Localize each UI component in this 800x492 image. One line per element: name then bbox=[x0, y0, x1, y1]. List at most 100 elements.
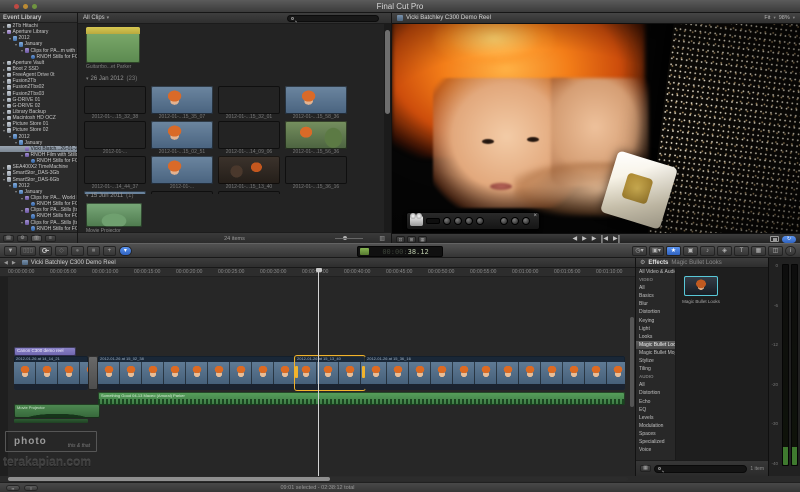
clip-thumbnail[interactable]: 2012-01-...15_56_36 bbox=[285, 121, 347, 155]
inspector-button[interactable]: i bbox=[785, 246, 796, 256]
effects-category[interactable]: All bbox=[636, 284, 675, 292]
effects-search-input[interactable] bbox=[654, 465, 747, 473]
disclosure-triangle-icon[interactable]: ▾ bbox=[14, 189, 18, 194]
browser-scrollbar[interactable] bbox=[384, 24, 391, 232]
clip-image[interactable] bbox=[84, 156, 146, 184]
disclosure-triangle-icon[interactable]: ▸ bbox=[2, 171, 6, 176]
effects-category[interactable]: Magic Bullet Mojo bbox=[636, 349, 675, 357]
clip-thumbnail[interactable]: 2012-01-... bbox=[84, 121, 146, 155]
camera-hud-overlay[interactable]: × bbox=[406, 212, 540, 230]
clip-image[interactable] bbox=[84, 86, 146, 114]
clip-image[interactable] bbox=[151, 121, 213, 149]
disclosure-triangle-icon[interactable]: ▾ bbox=[86, 193, 89, 199]
play-button[interactable]: ▶ bbox=[592, 235, 597, 243]
clip-image[interactable] bbox=[285, 156, 347, 184]
disclosure-triangle-icon[interactable]: ▾ bbox=[20, 220, 24, 225]
filter-icon[interactable]: ▦ bbox=[640, 465, 651, 472]
clip-thumbnail[interactable]: 2012-01-... bbox=[218, 191, 280, 194]
photos-browser-button[interactable]: ▣ bbox=[683, 246, 698, 256]
hud-button[interactable] bbox=[522, 217, 530, 225]
featured-clip[interactable]: Guitarrbo...et Parker bbox=[86, 27, 140, 70]
disclosure-triangle-icon[interactable]: ▸ bbox=[2, 24, 6, 29]
next-edit-button[interactable]: ▶ bbox=[613, 235, 620, 243]
disclosure-triangle-icon[interactable]: ▸ bbox=[2, 67, 6, 72]
filmstrip-view-button[interactable]: ▥ bbox=[31, 235, 42, 242]
clip-thumbnail[interactable]: 2012-01-...14_09_06 bbox=[218, 121, 280, 155]
disclosure-triangle-icon[interactable]: ▾ bbox=[8, 183, 12, 188]
clip-thumbnail[interactable]: 2012-01-...14_57_45 bbox=[151, 191, 213, 194]
effects-category[interactable]: Voice bbox=[636, 446, 675, 454]
clip-image[interactable] bbox=[218, 191, 280, 194]
clapper-icon[interactable]: ▤ bbox=[3, 235, 14, 242]
effects-hud-button[interactable]: ▣▾ bbox=[649, 246, 664, 256]
sidebar-item[interactable]: RNOH Stills for FCP bbox=[0, 226, 77, 232]
disclosure-triangle-icon[interactable]: ▾ bbox=[14, 140, 18, 145]
disclosure-triangle-icon[interactable]: ▸ bbox=[2, 103, 6, 108]
effects-category[interactable]: Stylize bbox=[636, 357, 675, 365]
clip-image[interactable] bbox=[218, 86, 280, 114]
disclosure-triangle-icon[interactable]: ▾ bbox=[14, 42, 18, 47]
disclosure-triangle-icon[interactable]: ▾ bbox=[86, 76, 89, 82]
close-icon[interactable]: × bbox=[533, 213, 537, 219]
window-titlebar[interactable]: Final Cut Pro bbox=[0, 0, 800, 13]
disclosure-triangle-icon[interactable]: ▾ bbox=[2, 30, 6, 35]
background-tasks-icon[interactable] bbox=[360, 248, 369, 255]
disclosure-triangle-icon[interactable]: ▸ bbox=[2, 73, 6, 78]
clip-image[interactable] bbox=[285, 121, 347, 149]
duration-slider-icon[interactable]: ▥ bbox=[379, 235, 385, 242]
timeline-hscrollbar-thumb[interactable] bbox=[8, 477, 330, 481]
video-clip-selected[interactable]: 2012-01-26 at 15_13_40 bbox=[295, 356, 365, 390]
effects-category[interactable]: Basics bbox=[636, 292, 675, 300]
audio-clip[interactable]: Something Good 04-13 Maceo (Amoral) Park… bbox=[98, 392, 625, 405]
titles-browser-button[interactable]: T bbox=[734, 246, 749, 256]
loop-playback-button[interactable]: ↻ bbox=[782, 236, 796, 243]
effects-browser-button[interactable]: ★ bbox=[666, 246, 681, 256]
themes-browser-button[interactable]: ◫ bbox=[768, 246, 783, 256]
disclosure-triangle-icon[interactable]: ▸ bbox=[2, 97, 6, 102]
hud-button[interactable] bbox=[465, 217, 473, 225]
disclosure-triangle-icon[interactable]: ▸ bbox=[2, 79, 6, 84]
effects-category[interactable]: Specialized bbox=[636, 438, 675, 446]
clip-image[interactable] bbox=[218, 156, 280, 184]
disclosure-triangle-icon[interactable]: ▾ bbox=[20, 196, 24, 201]
timeline-vertical-scrollbar[interactable] bbox=[630, 317, 634, 407]
effects-category[interactable]: All Video & Audio bbox=[636, 268, 675, 276]
effect-thumbnail-selected[interactable] bbox=[684, 276, 718, 296]
clip-thumbnail[interactable]: 2012-01-...15_13_40 bbox=[218, 156, 280, 190]
disclosure-triangle-icon[interactable]: ▸ bbox=[2, 91, 6, 96]
effects-category[interactable]: All bbox=[636, 381, 675, 389]
effects-category[interactable]: Magic Bullet Looks bbox=[636, 341, 675, 349]
clip-image[interactable] bbox=[84, 121, 146, 149]
movie-projector-clip[interactable]: Movie Projector bbox=[86, 203, 142, 232]
dashboard[interactable]: 00:00:38.12 bbox=[357, 246, 443, 257]
effects-tool-icon[interactable]: ▦ bbox=[418, 236, 427, 243]
selection-tool-icon[interactable]: ⊡ bbox=[396, 236, 405, 243]
clip-analysis-group[interactable]: ▯▯▯ bbox=[20, 246, 36, 256]
gear-menu-button[interactable]: ⚙ bbox=[17, 235, 28, 242]
effects-category[interactable]: EQ bbox=[636, 406, 675, 414]
disclosure-triangle-icon[interactable]: ▾ bbox=[20, 208, 24, 213]
hud-button[interactable] bbox=[454, 217, 462, 225]
timeline-forward-button[interactable]: ▶ bbox=[12, 260, 16, 266]
effects-category[interactable]: Echo bbox=[636, 398, 675, 406]
crop-tool-icon[interactable]: ⊞ bbox=[407, 236, 416, 243]
play-forward-button[interactable]: ▶ bbox=[582, 235, 587, 243]
slider-track[interactable] bbox=[335, 238, 363, 239]
effects-category[interactable]: Keying bbox=[636, 317, 675, 325]
hud-button[interactable] bbox=[443, 217, 451, 225]
play-backward-button[interactable]: ◀ bbox=[572, 235, 577, 243]
clip-thumbnail[interactable]: 2012-01-...15_35_07 bbox=[151, 86, 213, 120]
date-section-header[interactable]: ▾15 Jun 2011(1) bbox=[86, 193, 133, 199]
add-keyword-button[interactable]: + bbox=[103, 246, 116, 256]
disclosure-triangle-icon[interactable]: ▸ bbox=[2, 60, 6, 65]
disclosure-triangle-icon[interactable]: ▾ bbox=[2, 128, 6, 133]
effects-category[interactable]: AUDIO bbox=[636, 373, 675, 381]
effects-category[interactable]: Distortion bbox=[636, 308, 675, 316]
disclosure-triangle-icon[interactable]: ▸ bbox=[2, 110, 6, 115]
keyword-tool-button[interactable] bbox=[39, 246, 52, 256]
audio-meters-panel[interactable]: 0-6-12-20-30-40 bbox=[768, 258, 800, 476]
disclosure-triangle-icon[interactable]: ▾ bbox=[8, 134, 12, 139]
reject-button[interactable]: ■ bbox=[87, 246, 100, 256]
retime-menu-button[interactable]: ◷▾ bbox=[632, 246, 647, 256]
zoom-fit-menu[interactable]: Fit bbox=[764, 15, 770, 21]
